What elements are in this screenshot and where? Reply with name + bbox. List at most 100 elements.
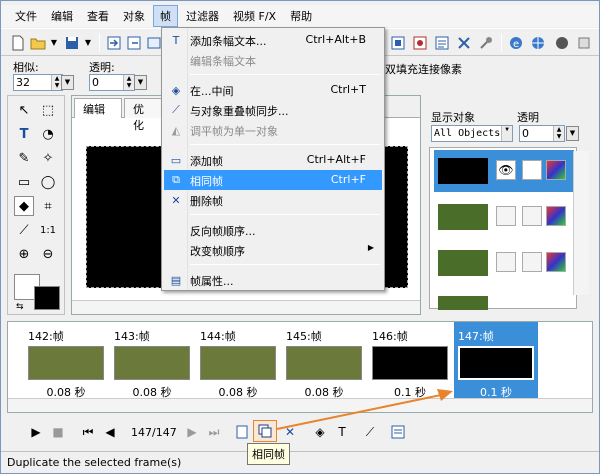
visibility-toggle[interactable] <box>496 252 516 272</box>
menu-item[interactable]: ⟋ 与对象重叠帧同步... <box>164 100 382 120</box>
menu-video-fx[interactable]: 视频 F/X <box>227 6 282 26</box>
chevron-down-icon[interactable]: ▼ <box>566 126 579 141</box>
save-icon[interactable] <box>63 34 81 52</box>
magic-wand-icon[interactable]: ✧ <box>38 148 58 168</box>
eraser-icon[interactable]: ▭ <box>14 172 34 192</box>
eyedropper-icon[interactable]: ⟋ <box>14 220 34 240</box>
previous-frame-icon[interactable]: ◀ <box>101 423 119 441</box>
color-properties-icon[interactable] <box>546 160 566 180</box>
web-icon[interactable] <box>529 34 547 52</box>
last-frame-icon[interactable]: ⏭ <box>205 423 223 441</box>
menu-item[interactable]: ◭ 调平帧为单一对象 <box>164 120 382 140</box>
lock-toggle[interactable] <box>522 206 542 226</box>
next-frame-icon[interactable]: ▶ <box>183 423 201 441</box>
add-frame-icon[interactable] <box>233 423 251 441</box>
tab-optimize[interactable]: 优化 <box>124 98 162 132</box>
menu-item[interactable]: 改变帧顺序 ▶ <box>164 240 382 260</box>
chevron-down-icon[interactable]: ▼ <box>61 75 74 90</box>
tooltip: 相同帧 <box>247 443 290 465</box>
frame-thumbnail-item[interactable]: 143:帧 0.08 秒 <box>110 322 194 400</box>
lock-toggle[interactable] <box>522 160 542 180</box>
show-objects-select[interactable]: All Objects ▼ <box>431 125 513 142</box>
menu-filter[interactable]: 过滤器 <box>180 6 225 26</box>
menu-item[interactable]: ✕ 删除帧 <box>164 190 382 210</box>
fill-bucket-icon[interactable]: ◆ <box>14 196 34 216</box>
frame-thumbnail-item[interactable]: 147:帧 0.1 秒 <box>454 322 538 400</box>
text-icon[interactable]: T <box>14 124 34 144</box>
canvas-horizontal-scrollbar[interactable] <box>72 300 420 314</box>
menu-file[interactable]: 文件 <box>9 6 43 26</box>
paintbrush-icon[interactable]: ✎ <box>14 148 34 168</box>
menu-item[interactable]: 编辑条幅文本 <box>164 50 382 70</box>
chevron-down-icon[interactable]: ▼ <box>49 34 59 52</box>
timeline-horizontal-scrollbar[interactable] <box>8 398 592 412</box>
panel-opacity-label: 透明 <box>517 111 539 124</box>
banner-text-icon[interactable]: T <box>333 423 351 441</box>
more-icon[interactable] <box>575 34 593 52</box>
play-icon[interactable]: ▶ <box>27 423 45 441</box>
crop-icon[interactable] <box>389 34 407 52</box>
frame-thumbnail-item[interactable]: 145:帧 0.08 秒 <box>282 322 366 400</box>
object-row[interactable] <box>434 242 574 284</box>
tab-edit[interactable]: 编辑 <box>74 98 122 118</box>
color-properties-icon[interactable] <box>546 206 566 226</box>
menu-edit[interactable]: 编辑 <box>45 6 79 26</box>
menu-item[interactable]: T 添加条幅文本... Ctrl+Alt+B <box>164 30 382 50</box>
similar-field[interactable]: 32 ▲ ▼ <box>13 74 63 91</box>
browser-icon[interactable]: e <box>507 34 525 52</box>
zoom-out-icon[interactable]: ⊖ <box>38 244 58 264</box>
delete-frame-icon[interactable]: ✕ <box>281 423 299 441</box>
visibility-eye-icon[interactable]: 👁 <box>496 160 516 180</box>
help-icon[interactable] <box>553 34 571 52</box>
frame-thumbnail-item[interactable]: 142:帧 0.08 秒 <box>24 322 108 400</box>
properties-icon[interactable] <box>433 34 451 52</box>
menu-view[interactable]: 查看 <box>81 6 115 26</box>
menu-help[interactable]: 帮助 <box>284 6 318 26</box>
tween-icon[interactable]: ◈ <box>311 423 329 441</box>
menu-item[interactable]: ⧉ 相同帧 Ctrl+F <box>164 170 382 190</box>
panel-opacity-field[interactable]: 0 ▲ ▼ <box>519 125 565 142</box>
object-row[interactable] <box>434 196 574 238</box>
swap-colors-icon[interactable]: ⇆ <box>16 302 24 312</box>
chevron-down-icon[interactable]: ▼ <box>501 126 512 141</box>
first-frame-icon[interactable]: ⏮ <box>79 423 97 441</box>
new-file-icon[interactable] <box>9 34 27 52</box>
zoom-in-icon[interactable]: ⊕ <box>14 244 34 264</box>
import-icon[interactable] <box>105 34 123 52</box>
color-properties-icon[interactable] <box>546 252 566 272</box>
open-folder-icon[interactable] <box>29 34 47 52</box>
spin-arrows-icon[interactable]: ▲ ▼ <box>553 126 564 141</box>
frame-thumbnail-item[interactable]: 146:帧 0.1 秒 <box>368 322 452 400</box>
visibility-toggle[interactable] <box>496 206 516 226</box>
crop-tool-icon[interactable]: ⌗ <box>38 196 58 216</box>
tools-icon[interactable] <box>455 34 473 52</box>
menu-frame[interactable]: 帧 <box>153 5 178 27</box>
frame-properties-icon[interactable] <box>389 423 407 441</box>
menu-item[interactable]: 反向帧顺序... <box>164 220 382 240</box>
sync-icon[interactable]: ⟋ <box>361 423 379 441</box>
object-row[interactable]: 👁 <box>434 150 574 192</box>
pointer-icon[interactable]: ↖ <box>14 100 34 120</box>
optimize-icon[interactable] <box>411 34 429 52</box>
menu-item[interactable]: ▤ 帧属性... <box>164 270 382 290</box>
export-icon[interactable] <box>125 34 143 52</box>
menu-item[interactable]: ◈ 在...中间 Ctrl+T <box>164 80 382 100</box>
wizard-icon[interactable] <box>477 34 495 52</box>
duplicate-frame-icon[interactable] <box>253 420 277 442</box>
foreground-color-swatch[interactable] <box>34 286 60 310</box>
stop-icon[interactable]: ■ <box>49 423 67 441</box>
menu-item[interactable]: ▭ 添加帧 Ctrl+Alt+F <box>164 150 382 170</box>
lasso-icon[interactable]: ◯ <box>38 172 58 192</box>
spin-arrows-icon[interactable]: ▲ ▼ <box>123 75 134 90</box>
menu-object[interactable]: 对象 <box>117 6 151 26</box>
chevron-down-icon[interactable]: ▼ <box>134 75 147 90</box>
object-list-scrollbar[interactable] <box>573 151 589 295</box>
select-icon[interactable]: ⬚ <box>38 100 58 120</box>
chevron-down-icon[interactable]: ▼ <box>83 34 93 52</box>
lock-toggle[interactable] <box>522 252 542 272</box>
transform-icon[interactable]: ◔ <box>38 124 58 144</box>
frame-thumbnail-item[interactable]: 144:帧 0.08 秒 <box>196 322 280 400</box>
object-row[interactable] <box>434 288 574 310</box>
opacity-field[interactable]: 0 ▲ ▼ <box>89 74 135 91</box>
actual-size-icon[interactable]: 1:1 <box>38 220 58 240</box>
